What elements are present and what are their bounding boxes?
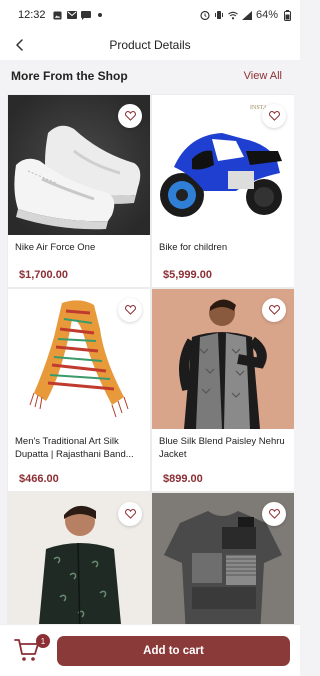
signal-icon [241,10,252,20]
product-card[interactable]: INSTAAL Bike for children $5,999.00 [151,94,294,288]
heart-icon [124,509,136,519]
product-card[interactable]: Men's Traditional Art Silk Dupatta | Raj… [7,288,151,492]
back-button[interactable] [9,34,31,56]
product-name: Bike for children [159,242,228,253]
product-image [152,493,294,634]
message-icon [80,10,91,20]
product-price: $899.00 [163,473,203,485]
product-card[interactable]: Nike Air Force One $1,700.00 [7,94,151,288]
product-image: INSTAAL [152,95,294,235]
product-grid: Nike Air Force One $1,700.00 INSTAAL Bik… [7,94,294,634]
product-card[interactable] [7,492,151,634]
mail-icon [66,10,77,20]
app-header: Product Details [0,30,300,60]
wishlist-button[interactable] [118,298,142,322]
product-price: $5,999.00 [163,269,212,281]
battery-icon [282,9,292,21]
photo-icon [53,10,63,20]
wishlist-button[interactable] [262,298,286,322]
wishlist-button[interactable] [262,104,286,128]
cart-count-badge: 1 [36,634,50,648]
status-left: 12:32 [18,9,105,21]
view-all-link[interactable]: View All [244,70,282,82]
bottom-action-bar: 1 Add to cart [0,624,300,676]
back-arrow-icon [16,39,23,51]
product-image [152,289,294,429]
section-title: More From the Shop [11,69,128,83]
product-image [8,493,150,634]
wifi-icon [228,10,238,20]
product-card[interactable]: Blue Silk Blend Paisley Nehru Jacket $89… [151,288,294,492]
cart-button[interactable]: 1 [14,634,50,664]
heart-icon [124,305,136,315]
heart-icon [124,111,136,121]
product-name: Nike Air Force One [15,242,96,253]
wishlist-button[interactable] [118,104,142,128]
dot-icon [95,10,105,20]
product-name: Men's Traditional Art Silk Dupatta | Raj… [15,436,134,460]
status-right: 64% [200,9,292,21]
product-image [8,95,150,235]
wishlist-button[interactable] [118,502,142,526]
product-image [8,289,150,429]
page-title: Product Details [109,38,191,52]
product-price: $1,700.00 [19,269,68,281]
product-name: Blue Silk Blend Paisley Nehru Jacket [159,436,285,460]
heart-icon [268,509,280,519]
wishlist-button[interactable] [262,502,286,526]
status-time: 12:32 [18,9,46,21]
product-card[interactable] [151,492,294,634]
alarm-icon [200,10,210,20]
status-bar: 12:32 64% [0,0,300,30]
battery-text: 64% [255,9,278,21]
vibrate-icon [214,10,224,20]
heart-icon [268,305,280,315]
add-to-cart-button[interactable]: Add to cart [57,636,290,666]
section-header: More From the Shop View All [0,60,300,92]
product-price: $466.00 [19,473,59,485]
heart-icon [268,111,280,121]
